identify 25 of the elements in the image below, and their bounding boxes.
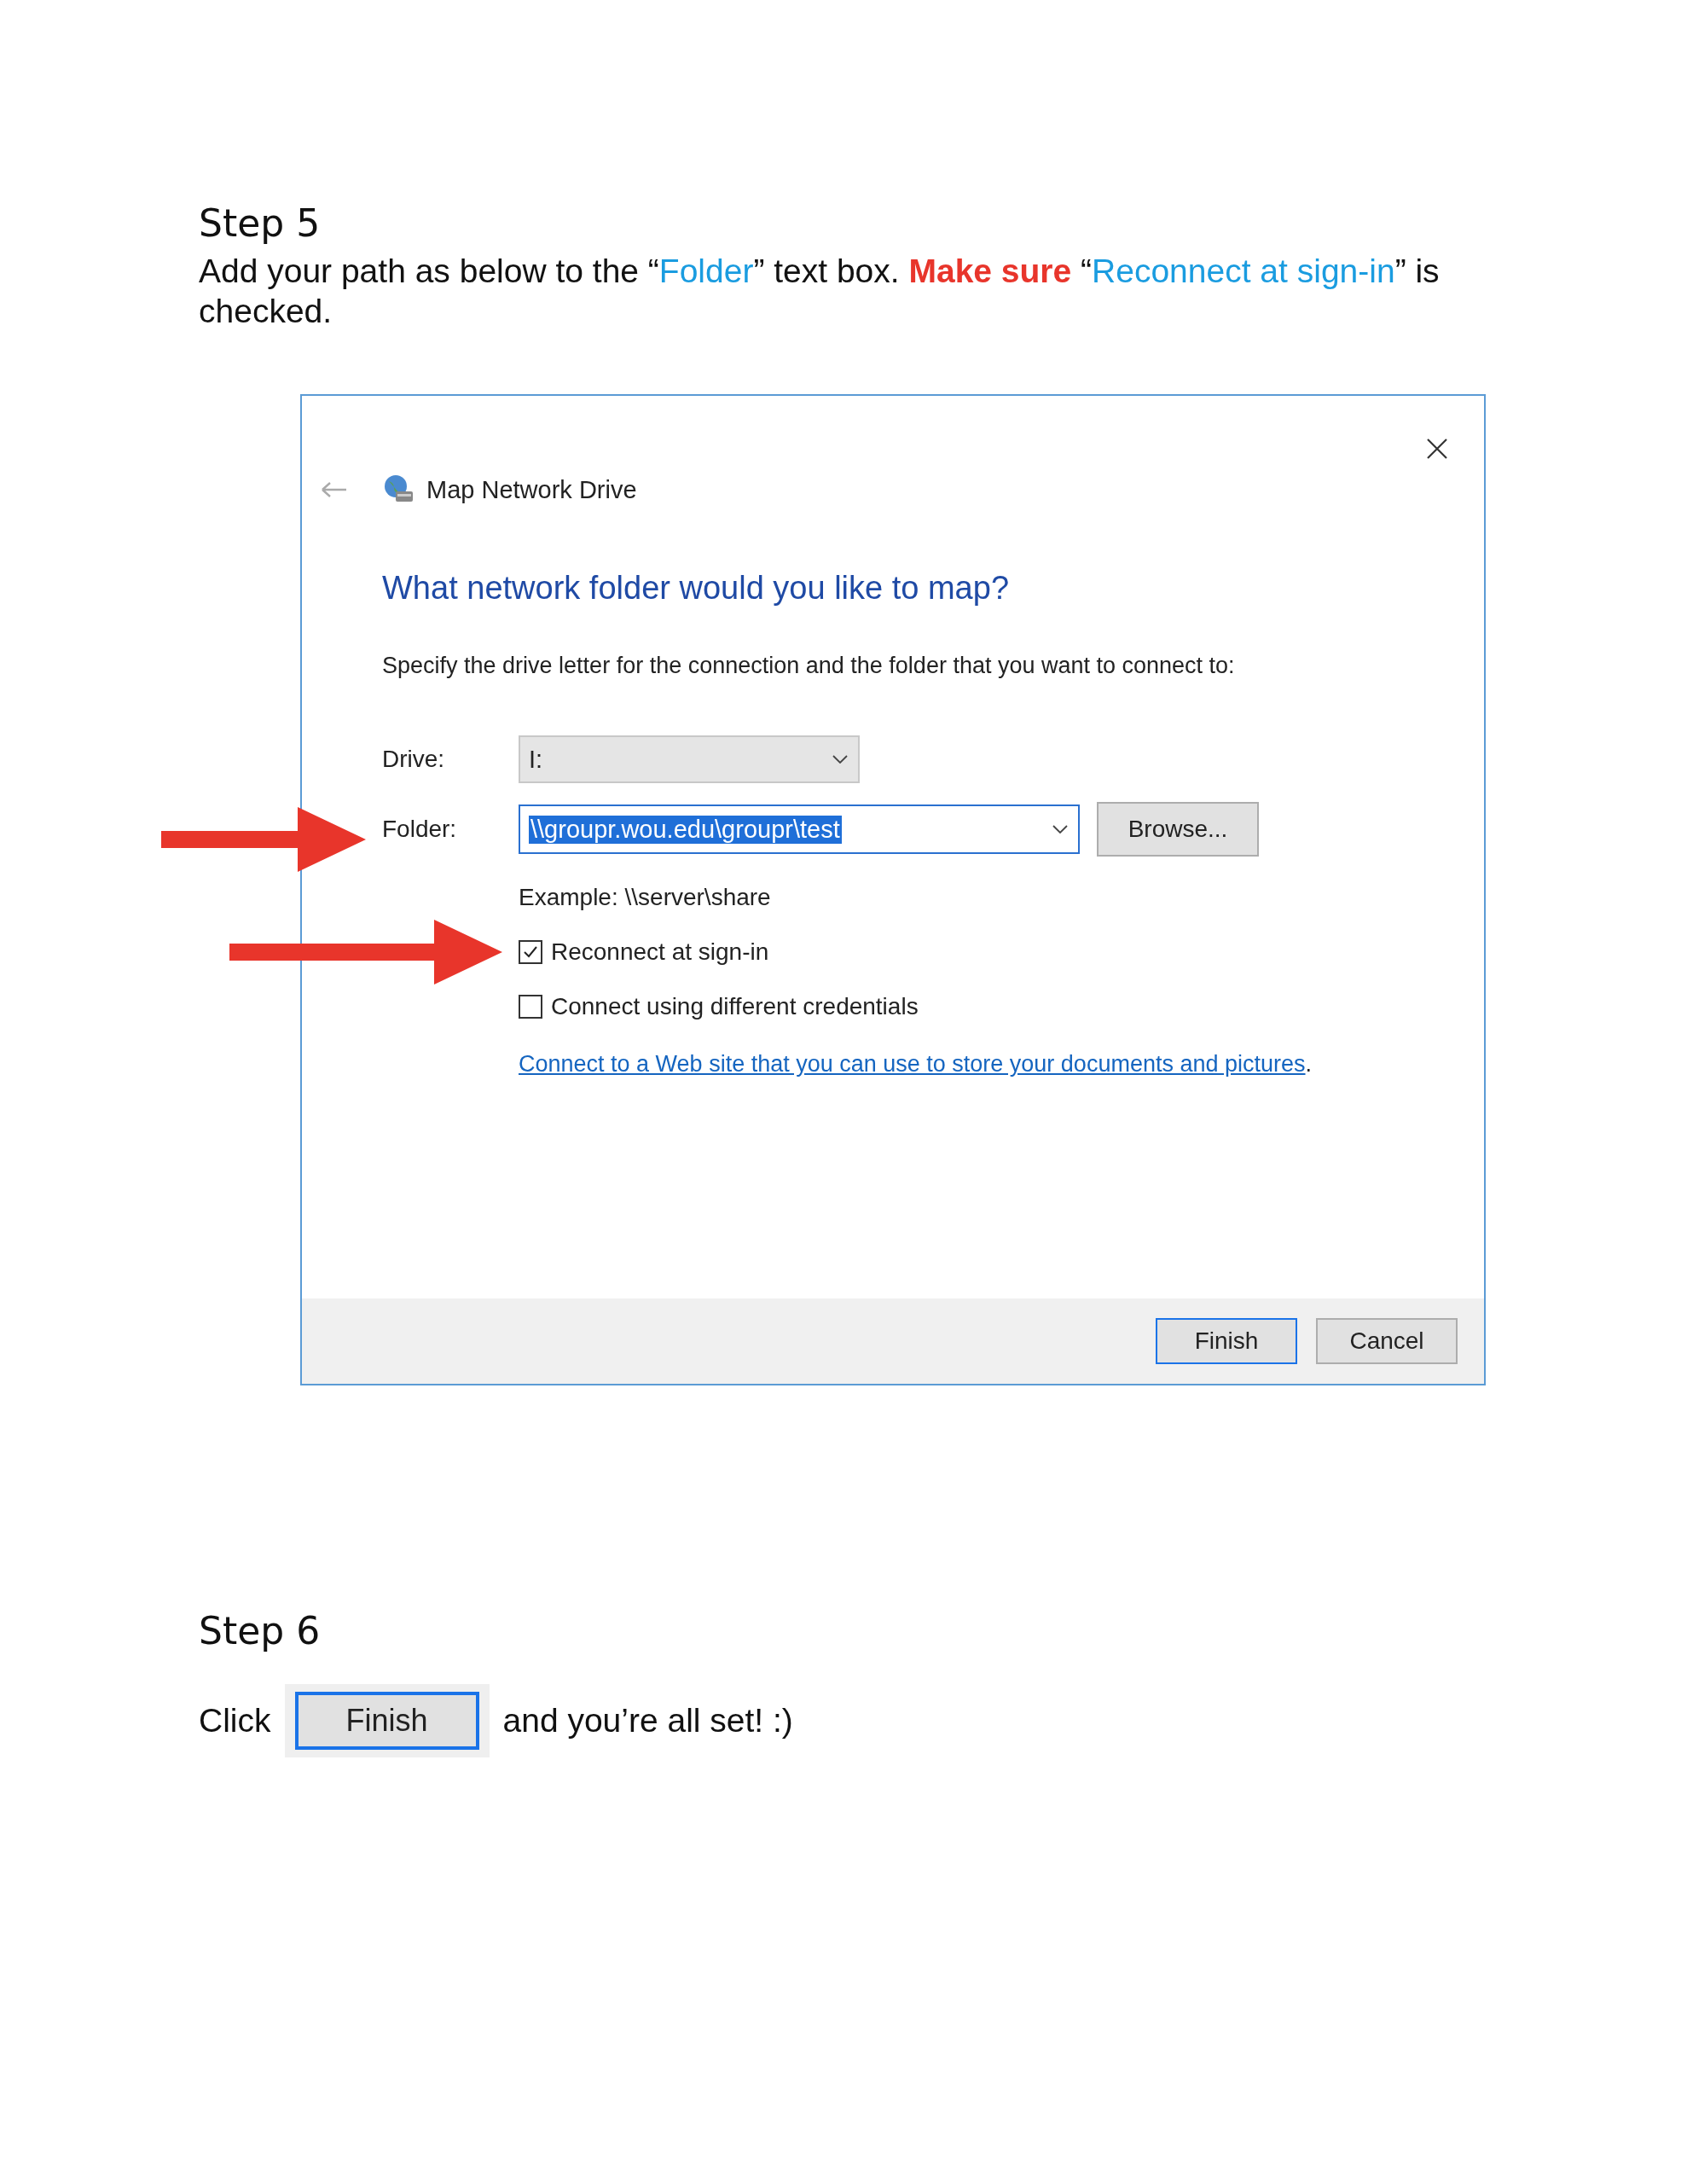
folder-field[interactable]: \\groupr.wou.edu\groupr\test (519, 804, 1080, 854)
step-heading: Step 5 (199, 200, 322, 247)
web-site-link[interactable]: Connect to a Web site that you can use to store your documents and pictures (519, 1051, 1306, 1077)
drive-label: Drive: (382, 746, 446, 773)
chevron-down-icon[interactable] (832, 755, 848, 764)
dialog-button[interactable]: Finish (1156, 1318, 1297, 1364)
checkbox-label[interactable]: Reconnect at sign-in (551, 938, 769, 966)
instruction-text: Add your path as below to the “Folder” text box. Make sure “Reconnect at sign-in” is checked. (199, 252, 1441, 331)
close-icon[interactable] (1426, 438, 1448, 460)
dialog-heading: What network folder would you like to map? (382, 570, 1011, 607)
example-text: Example: \\server\share (519, 884, 772, 911)
folder-label: Folder: (382, 816, 458, 843)
step-heading: Step 6 (199, 1608, 322, 1654)
drive-dropdown[interactable]: I: (519, 735, 860, 783)
dialog-title: Map Network Drive (426, 475, 637, 504)
all-set-text: and you’re all set! :) (502, 1702, 793, 1740)
checkbox[interactable] (519, 940, 542, 964)
dialog-button[interactable]: Cancel (1316, 1318, 1458, 1364)
browse-button[interactable]: Browse... (1097, 802, 1259, 857)
click-text: Click (199, 1702, 271, 1740)
checkbox-label[interactable]: Connect using different credentials (551, 993, 919, 1020)
description-text: Specify the drive letter for the connection and the folder that you want to connect to: (382, 653, 1236, 679)
period-text: . (1305, 1051, 1313, 1077)
checkbox[interactable] (519, 995, 542, 1019)
chevron-down-icon[interactable] (1052, 825, 1068, 834)
